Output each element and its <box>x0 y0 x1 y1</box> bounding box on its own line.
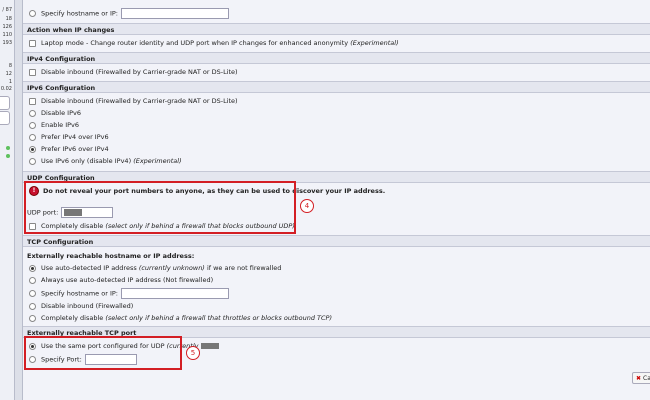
sidebar-stat: 110 <box>2 32 12 38</box>
ipv6-disable-inbound-checkbox[interactable] <box>29 97 36 105</box>
cancel-button[interactable]: ✖ Ca <box>632 372 650 384</box>
specify-hostname-radio-top[interactable] <box>29 10 36 17</box>
cancel-icon: ✖ <box>636 375 642 382</box>
section-ipv6: IPv6 Configuration <box>23 81 650 93</box>
section-tcp: TCP Configuration <box>23 235 650 247</box>
annotation-number: 5 <box>186 346 200 360</box>
laptop-mode-row: Laptop mode - Change router identity and… <box>29 38 399 48</box>
tcp-option-row: Completely disable (select only if behin… <box>29 313 332 323</box>
tcp-option-row: Use auto-detected IP address (currently … <box>29 263 281 273</box>
ipv6-option-row: Prefer IPv4 over IPv6 <box>29 132 109 142</box>
tcp-specify-hostname-radio[interactable] <box>29 290 36 297</box>
tcp-hostname-header: Externally reachable hostname or IP addr… <box>27 252 195 260</box>
tcp-completely-disable-radio[interactable] <box>29 314 36 322</box>
tcp-hostname-input[interactable] <box>121 288 229 299</box>
sidebar-stat: 12 <box>5 71 12 77</box>
ipv6-disable-inbound-row: Disable inbound (Firewalled by Carrier-g… <box>29 96 238 106</box>
annotation-box-tcp-port <box>24 336 182 370</box>
redacted-port <box>200 343 219 349</box>
sidebar-stat: 0.02 <box>0 86 12 92</box>
disable-ipv6-radio[interactable] <box>29 109 36 117</box>
status-dot <box>6 154 10 158</box>
enable-ipv6-radio[interactable] <box>29 121 36 129</box>
sidebar-tab[interactable] <box>0 96 10 110</box>
annotation-number: 4 <box>300 199 314 213</box>
status-dot <box>6 146 10 150</box>
hostname-input-top[interactable] <box>121 8 229 19</box>
sidebar-stat: / 87 <box>2 7 12 13</box>
sidebar-stat: 126 <box>2 24 12 30</box>
laptop-mode-checkbox[interactable] <box>29 39 36 47</box>
sidebar-stat: 8 <box>8 63 12 69</box>
sidebar-stat: 1 <box>8 79 12 85</box>
tcp-autodetect-radio[interactable] <box>29 264 36 272</box>
prefer-ipv4-radio[interactable] <box>29 133 36 141</box>
tcp-disable-inbound-radio[interactable] <box>29 302 36 310</box>
annotation-box-udp <box>24 181 296 234</box>
left-sidebar: / 87 18 126 110 193 8 12 1 0.02 <box>0 0 15 400</box>
sidebar-tab[interactable] <box>0 111 10 125</box>
tcp-option-row: Disable inbound (Firewalled) <box>29 301 133 311</box>
ipv4-disable-inbound-checkbox[interactable] <box>29 68 36 76</box>
ipv4-disable-row: Disable inbound (Firewalled by Carrier-g… <box>29 67 238 77</box>
ipv6-only-radio[interactable] <box>29 157 36 165</box>
ipv6-option-row: Enable IPv6 <box>29 120 79 130</box>
ipv6-option-row: Prefer IPv6 over IPv4 <box>29 144 109 154</box>
tcp-option-row: Always use auto-detected IP address (Not… <box>29 275 213 285</box>
section-action-ip: Action when IP changes <box>23 23 650 35</box>
tcp-always-autodetect-radio[interactable] <box>29 276 36 284</box>
prefer-ipv6-radio[interactable] <box>29 145 36 153</box>
ipv6-option-row: Use IPv6 only (disable IPv4) (Experiment… <box>29 156 182 166</box>
sidebar-stat: 18 <box>5 16 12 22</box>
top-specify-row: Specify hostname or IP: <box>29 8 229 19</box>
sidebar-stat: 193 <box>2 40 12 46</box>
section-ipv4: IPv4 Configuration <box>23 52 650 64</box>
ipv6-option-row: Disable IPv6 <box>29 108 81 118</box>
tcp-option-row: Specify hostname or IP: <box>29 288 229 299</box>
